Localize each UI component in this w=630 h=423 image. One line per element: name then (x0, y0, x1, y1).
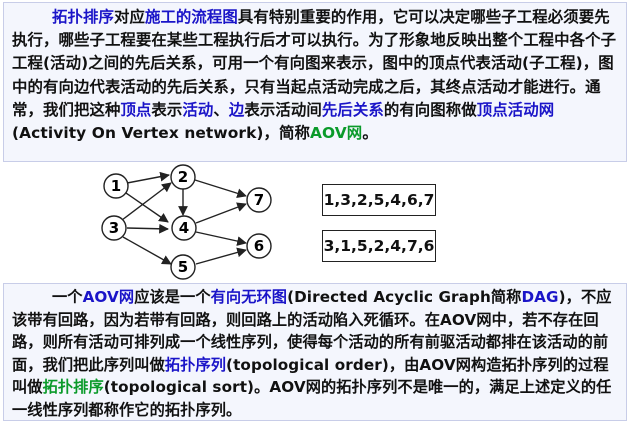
aov-graph-diagram: 1 2 3 4 5 6 7 (101, 164, 272, 280)
edge-3-2 (121, 182, 172, 221)
text-run: 一个 (52, 288, 83, 306)
edge-3-4 (126, 223, 169, 234)
text-run: 对应 (113, 8, 145, 26)
term-activity: 活动 (182, 100, 214, 119)
text-run: 、 (213, 100, 229, 119)
node-6: 6 (246, 233, 272, 259)
edge-3-5 (122, 236, 172, 265)
edge-4-6 (195, 231, 247, 246)
node-2: 2 (170, 164, 196, 190)
term-dag: 有向无环图 (210, 288, 288, 306)
term-edge: 边 (228, 100, 245, 119)
node-1: 1 (103, 173, 129, 199)
node-3: 3 (101, 215, 127, 241)
text-run: 的有向图称做 (383, 100, 477, 119)
term-construction-flowchart: 施工的流程图 (144, 8, 238, 26)
term-precedence-relation: 先后关系 (321, 100, 384, 119)
node-4-label: 4 (179, 219, 189, 237)
text-run: 应该是一个 (134, 288, 211, 306)
intro-paragraph-panel: 拓扑排序对应施工的流程图具有特别重要的作用，它可以决定哪些子工程必须要先执行，哪… (3, 2, 627, 162)
term-topological-sort: 拓扑排序 (52, 8, 114, 26)
node-3-label: 3 (109, 219, 119, 237)
topological-sequence-1: 1,3,2,5,4,6,7 (322, 184, 436, 216)
edge-1-2 (126, 171, 170, 184)
edge-4-7 (195, 202, 247, 224)
node-5-label: 5 (178, 258, 188, 276)
text-run: 表示活动间 (244, 100, 322, 119)
node-4: 4 (171, 215, 197, 241)
term-aov-abbrev: AOV网 (310, 124, 363, 143)
term-topological-order: 拓扑序列 (164, 355, 227, 374)
node-1-label: 1 (111, 177, 121, 195)
text-run: 。 (362, 124, 378, 143)
node-6-label: 6 (254, 237, 264, 255)
term-vertex: 顶点 (120, 100, 152, 119)
term-aov-network: 顶点活动网 (476, 100, 555, 119)
text-run: (Directed Acyclic Graph简称 (287, 288, 522, 306)
node-5: 5 (170, 254, 196, 280)
edge-2-7 (194, 179, 247, 199)
term-topological-sort: 拓扑排序 (42, 378, 104, 397)
topological-sequence-2: 3,1,5,2,4,7,6 (322, 230, 436, 262)
text-run: (Activity On Vertex network)，简称 (12, 124, 311, 143)
node-7-label: 7 (254, 191, 264, 209)
term-dag-abbrev: DAG (521, 288, 559, 306)
term-aov-network: AOV网 (82, 288, 135, 306)
edge-5-6 (195, 247, 247, 265)
node-7: 7 (246, 187, 272, 213)
edge-1-4 (125, 192, 169, 223)
definition-paragraph-panel: 一个AOV网应该是一个有向无环图(Directed Acyclic Graph简… (3, 283, 627, 421)
node-2-label: 2 (178, 168, 188, 186)
text-run: 表示 (151, 100, 183, 119)
